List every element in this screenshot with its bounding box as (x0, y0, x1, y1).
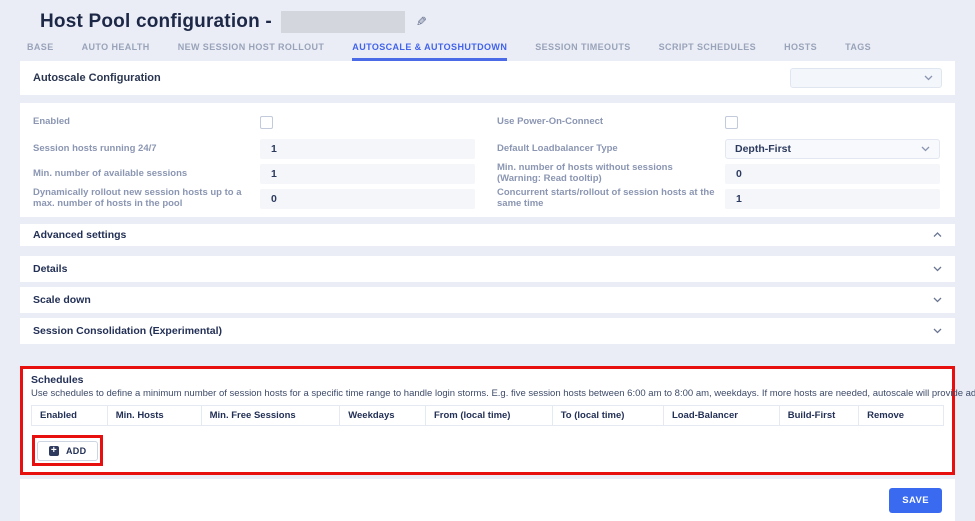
autoscale-config-header: Autoscale Configuration (20, 61, 955, 95)
loadbalancer-type-select[interactable]: Depth-First (725, 139, 940, 159)
min-available-sessions-label: Min. number of available sessions (33, 169, 260, 180)
session-consolidation-accordion[interactable]: Session Consolidation (Experimental) (20, 318, 955, 344)
col-remove: Remove (859, 406, 944, 426)
col-from-local-time: From (local time) (425, 406, 552, 426)
dynamic-rollout-max-label: Dynamically rollout new session hosts up… (33, 188, 260, 210)
col-enabled: Enabled (32, 406, 108, 426)
col-build-first: Build-First (779, 406, 858, 426)
schedules-title: Schedules (31, 374, 944, 386)
chevron-down-icon (933, 266, 942, 272)
schedules-description: Use schedules to define a minimum number… (31, 388, 944, 399)
field-row: Dynamically rollout new session hosts up… (33, 189, 942, 209)
page-title: Host Pool configuration - (40, 11, 272, 33)
power-on-connect-checkbox[interactable] (725, 116, 738, 129)
loadbalancer-type-value: Depth-First (735, 143, 791, 155)
enabled-checkbox[interactable] (260, 116, 273, 129)
save-button[interactable]: SAVE (889, 488, 942, 513)
add-schedule-button[interactable]: + ADD (37, 441, 98, 461)
page-header: Host Pool configuration - ✎ (0, 0, 975, 33)
min-hosts-without-sessions-label: Min. number of hosts without sessions (W… (497, 163, 725, 185)
col-to-local-time: To (local time) (552, 406, 663, 426)
scale-down-accordion[interactable]: Scale down (20, 287, 955, 313)
tab-script-schedules[interactable]: SCRIPT SCHEDULES (659, 42, 756, 61)
enabled-label: Enabled (33, 117, 260, 128)
annotation-box-add: + ADD (32, 435, 103, 466)
details-accordion[interactable]: Details (20, 256, 955, 282)
power-on-connect-label: Use Power-On-Connect (497, 117, 725, 128)
min-hosts-without-sessions-input[interactable] (725, 164, 940, 184)
main-panel: Autoscale Configuration Enabled Use Powe… (20, 61, 955, 521)
loadbalancer-type-label: Default Loadbalancer Type (497, 144, 725, 155)
advanced-settings-accordion[interactable]: Advanced settings (20, 224, 955, 246)
session-consolidation-label: Session Consolidation (Experimental) (33, 325, 222, 337)
chevron-down-icon (921, 146, 930, 152)
chevron-down-icon (933, 297, 942, 303)
footer-bar: SAVE (20, 479, 955, 521)
chevron-up-icon (933, 232, 942, 238)
tab-auto-health[interactable]: AUTO HEALTH (82, 42, 150, 61)
dynamic-rollout-max-input[interactable] (260, 189, 475, 209)
details-label: Details (33, 263, 67, 275)
annotation-box-schedules: Schedules Use schedules to define a mini… (20, 366, 955, 475)
field-row: Min. number of available sessions Min. n… (33, 164, 942, 184)
hosts-24-7-input[interactable] (260, 139, 475, 159)
concurrent-starts-input[interactable] (725, 189, 940, 209)
col-min-free-sessions: Min. Free Sessions (201, 406, 340, 426)
advanced-settings-label: Advanced settings (33, 229, 126, 241)
edit-pencil-icon[interactable]: ✎ (416, 14, 427, 30)
tab-new-session-host-rollout[interactable]: NEW SESSION HOST ROLLOUT (178, 42, 325, 61)
autoscale-fields: Enabled Use Power-On-Connect Session hos… (20, 103, 955, 217)
schedules-table-header-row: Enabled Min. Hosts Min. Free Sessions We… (32, 406, 944, 426)
field-row: Enabled Use Power-On-Connect (33, 110, 942, 134)
min-available-sessions-input[interactable] (260, 164, 475, 184)
col-min-hosts: Min. Hosts (107, 406, 201, 426)
tab-bar: BASE AUTO HEALTH NEW SESSION HOST ROLLOU… (0, 33, 975, 61)
autoscale-config-title: Autoscale Configuration (33, 72, 161, 84)
add-button-label: ADD (66, 446, 86, 456)
col-load-balancer: Load-Balancer (663, 406, 779, 426)
config-preset-dropdown[interactable] (790, 68, 942, 88)
tab-tags[interactable]: TAGS (845, 42, 871, 61)
col-weekdays: Weekdays (340, 406, 426, 426)
schedules-description-text: Use schedules to define a minimum number… (31, 388, 975, 399)
schedules-table: Enabled Min. Hosts Min. Free Sessions We… (31, 405, 944, 426)
tab-hosts[interactable]: HOSTS (784, 42, 817, 61)
redacted-pool-name (281, 11, 405, 33)
chevron-down-icon (924, 75, 933, 81)
field-row: Session hosts running 24/7 Default Loadb… (33, 139, 942, 159)
scale-down-label: Scale down (33, 294, 91, 306)
tab-autoscale-autoshutdown[interactable]: AUTOSCALE & AUTOSHUTDOWN (352, 42, 507, 61)
tab-base[interactable]: BASE (27, 42, 54, 61)
plus-icon: + (49, 446, 59, 456)
hosts-24-7-label: Session hosts running 24/7 (33, 144, 260, 155)
chevron-down-icon (933, 328, 942, 334)
tab-session-timeouts[interactable]: SESSION TIMEOUTS (535, 42, 630, 61)
concurrent-starts-label: Concurrent starts/rollout of session hos… (497, 188, 725, 210)
